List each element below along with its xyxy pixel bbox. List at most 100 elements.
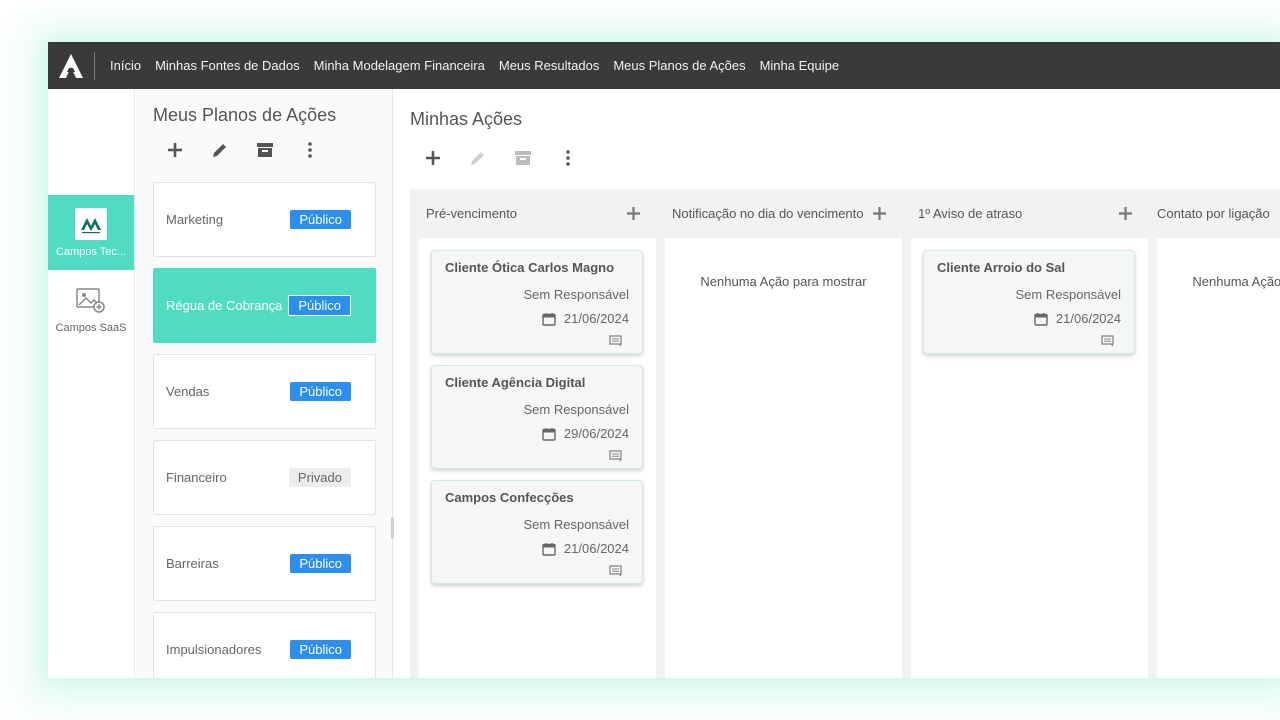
- card-title: Cliente Agência Digital: [445, 375, 586, 390]
- visibility-badge: Público: [290, 210, 351, 229]
- plus-icon: [627, 206, 640, 220]
- plan-name: Financeiro: [166, 470, 227, 485]
- actions-title: Minhas Ações: [410, 109, 523, 129]
- nav-fontes-de-dados[interactable]: Minhas Fontes de Dados: [148, 58, 307, 73]
- comment-icon[interactable]: [609, 449, 622, 467]
- visibility-badge: Público: [290, 382, 351, 401]
- card-due-date: 21/06/2024: [1034, 311, 1121, 326]
- column-body: Cliente Arroio do Sal Sem Responsável 21…: [911, 238, 1148, 678]
- actions-area: Minhas Ações Pré-vencimento Cliente Ótic…: [394, 89, 1280, 678]
- nav-inicio[interactable]: Início: [103, 58, 148, 73]
- archive-action-button[interactable]: [512, 147, 534, 169]
- more-options-button[interactable]: [299, 139, 321, 161]
- calendar-icon: [1034, 312, 1048, 326]
- plans-panel-title: Meus Planos de Ações: [153, 105, 337, 125]
- action-card[interactable]: Campos Confecções Sem Responsável 21/06/…: [431, 480, 643, 584]
- more-vert-icon: [308, 142, 312, 158]
- company-logo-placeholder: [75, 283, 107, 316]
- calendar-icon: [542, 427, 556, 441]
- column-header: Notificação no dia do vencimento: [656, 189, 902, 237]
- action-card[interactable]: Cliente Agência Digital Sem Responsável …: [431, 365, 643, 469]
- kanban-board: Pré-vencimento Cliente Ótica Carlos Magn…: [410, 189, 1280, 678]
- card-title: Cliente Arroio do Sal: [937, 260, 1066, 275]
- card-due-date: 29/06/2024: [542, 426, 629, 441]
- more-vert-icon: [566, 150, 570, 166]
- card-date-text: 21/06/2024: [563, 541, 629, 556]
- plus-icon: [873, 206, 886, 220]
- card-date-text: 21/06/2024: [563, 311, 629, 326]
- action-card[interactable]: Cliente Arroio do Sal Sem Responsável 21…: [923, 250, 1135, 354]
- logo-icon: [59, 53, 83, 78]
- add-card-button[interactable]: [1119, 206, 1132, 220]
- plan-card-financeiro[interactable]: Financeiro Privado: [153, 440, 376, 515]
- column-body: Nenhuma Ação para mostrar: [665, 238, 902, 678]
- plus-icon: [1119, 206, 1132, 220]
- column-header: Pré-vencimento: [410, 189, 656, 237]
- action-card[interactable]: Cliente Ótica Carlos Magno Sem Responsáv…: [431, 250, 643, 354]
- plan-card-regua-de-cobranca[interactable]: Régua de Cobrança Público: [153, 268, 376, 343]
- actions-toolbar: [422, 147, 579, 169]
- rail-item-label: Campos Tec...: [55, 245, 127, 258]
- plan-card-impulsionadores[interactable]: Impulsionadores Público: [153, 612, 376, 678]
- card-owner: Sem Responsável: [523, 517, 630, 532]
- more-options-button[interactable]: [557, 147, 579, 169]
- rail-item-label: Campos SaaS: [55, 321, 127, 334]
- kanban-column-notificacao-vencimento: Notificação no dia do vencimento Nenhuma…: [656, 189, 902, 678]
- edit-plan-button[interactable]: [209, 139, 231, 161]
- column-body: Nenhuma Ação para mostrar: [1157, 238, 1280, 678]
- add-plan-button[interactable]: [164, 139, 186, 161]
- card-date-text: 29/06/2024: [563, 426, 629, 441]
- plans-panel: Meus Planos de Ações Marketing Público R…: [136, 89, 393, 678]
- pencil-icon: [213, 144, 226, 157]
- nav-planos-de-acoes[interactable]: Meus Planos de Ações: [606, 58, 752, 73]
- plus-icon: [168, 143, 182, 157]
- kanban-column-contato-por-ligacao: Contato por ligação Nenhuma Ação para mo…: [1148, 189, 1280, 678]
- mountain-logo-icon: [81, 217, 101, 233]
- rail-item-campos-tec[interactable]: Campos Tec...: [48, 195, 134, 270]
- edit-action-button[interactable]: [467, 147, 489, 169]
- visibility-badge: Público: [290, 554, 351, 573]
- column-title: Notificação no dia do vencimento: [672, 205, 864, 221]
- comment-icon[interactable]: [609, 564, 622, 582]
- column-header: 1º Aviso de atraso: [902, 189, 1148, 237]
- card-title: Cliente Ótica Carlos Magno: [445, 260, 615, 275]
- top-navigation-bar: Início Minhas Fontes de Dados Minha Mode…: [48, 42, 1280, 89]
- kanban-column-aviso-de-atraso: 1º Aviso de atraso Cliente Arroio do Sal…: [902, 189, 1148, 678]
- card-title: Campos Confecções: [445, 490, 574, 505]
- app-window: Início Minhas Fontes de Dados Minha Mode…: [48, 42, 1280, 678]
- image-placeholder-icon: [76, 287, 105, 313]
- add-card-button[interactable]: [627, 206, 640, 220]
- empty-column-message: Nenhuma Ação para mostrar: [700, 274, 867, 289]
- card-owner: Sem Responsável: [523, 402, 630, 417]
- kanban-column-pre-vencimento: Pré-vencimento Cliente Ótica Carlos Magn…: [410, 189, 656, 678]
- plan-card-vendas[interactable]: Vendas Público: [153, 354, 376, 429]
- plan-card-barreiras[interactable]: Barreiras Público: [153, 526, 376, 601]
- calendar-icon: [542, 542, 556, 556]
- column-title: Pré-vencimento: [426, 205, 518, 221]
- card-owner: Sem Responsável: [1015, 287, 1122, 302]
- plan-name: Régua de Cobrança: [166, 298, 283, 313]
- archive-icon: [257, 143, 273, 157]
- card-due-date: 21/06/2024: [542, 541, 629, 556]
- plan-card-marketing[interactable]: Marketing Público: [153, 182, 376, 257]
- nav-modelagem-financeira[interactable]: Minha Modelagem Financeira: [307, 58, 492, 73]
- column-title: Contato por ligação: [1157, 205, 1270, 221]
- archive-plan-button[interactable]: [254, 139, 276, 161]
- comment-icon[interactable]: [1101, 334, 1114, 352]
- plan-name: Marketing: [166, 212, 224, 227]
- archive-icon: [515, 151, 531, 165]
- pencil-icon: [471, 152, 484, 165]
- comment-icon[interactable]: [609, 334, 622, 352]
- nav-resultados[interactable]: Meus Resultados: [492, 58, 606, 73]
- plan-name: Impulsionadores: [166, 642, 262, 657]
- plus-icon: [426, 151, 440, 165]
- add-card-button[interactable]: [873, 206, 886, 220]
- nav-equipe[interactable]: Minha Equipe: [753, 58, 847, 73]
- visibility-badge: Público: [288, 295, 351, 316]
- card-date-text: 21/06/2024: [1055, 311, 1121, 326]
- plans-toolbar: [164, 139, 321, 161]
- app-logo[interactable]: [48, 42, 94, 89]
- column-title: 1º Aviso de atraso: [918, 205, 1023, 221]
- rail-item-campos-saas[interactable]: Campos SaaS: [48, 271, 134, 346]
- add-action-button[interactable]: [422, 147, 444, 169]
